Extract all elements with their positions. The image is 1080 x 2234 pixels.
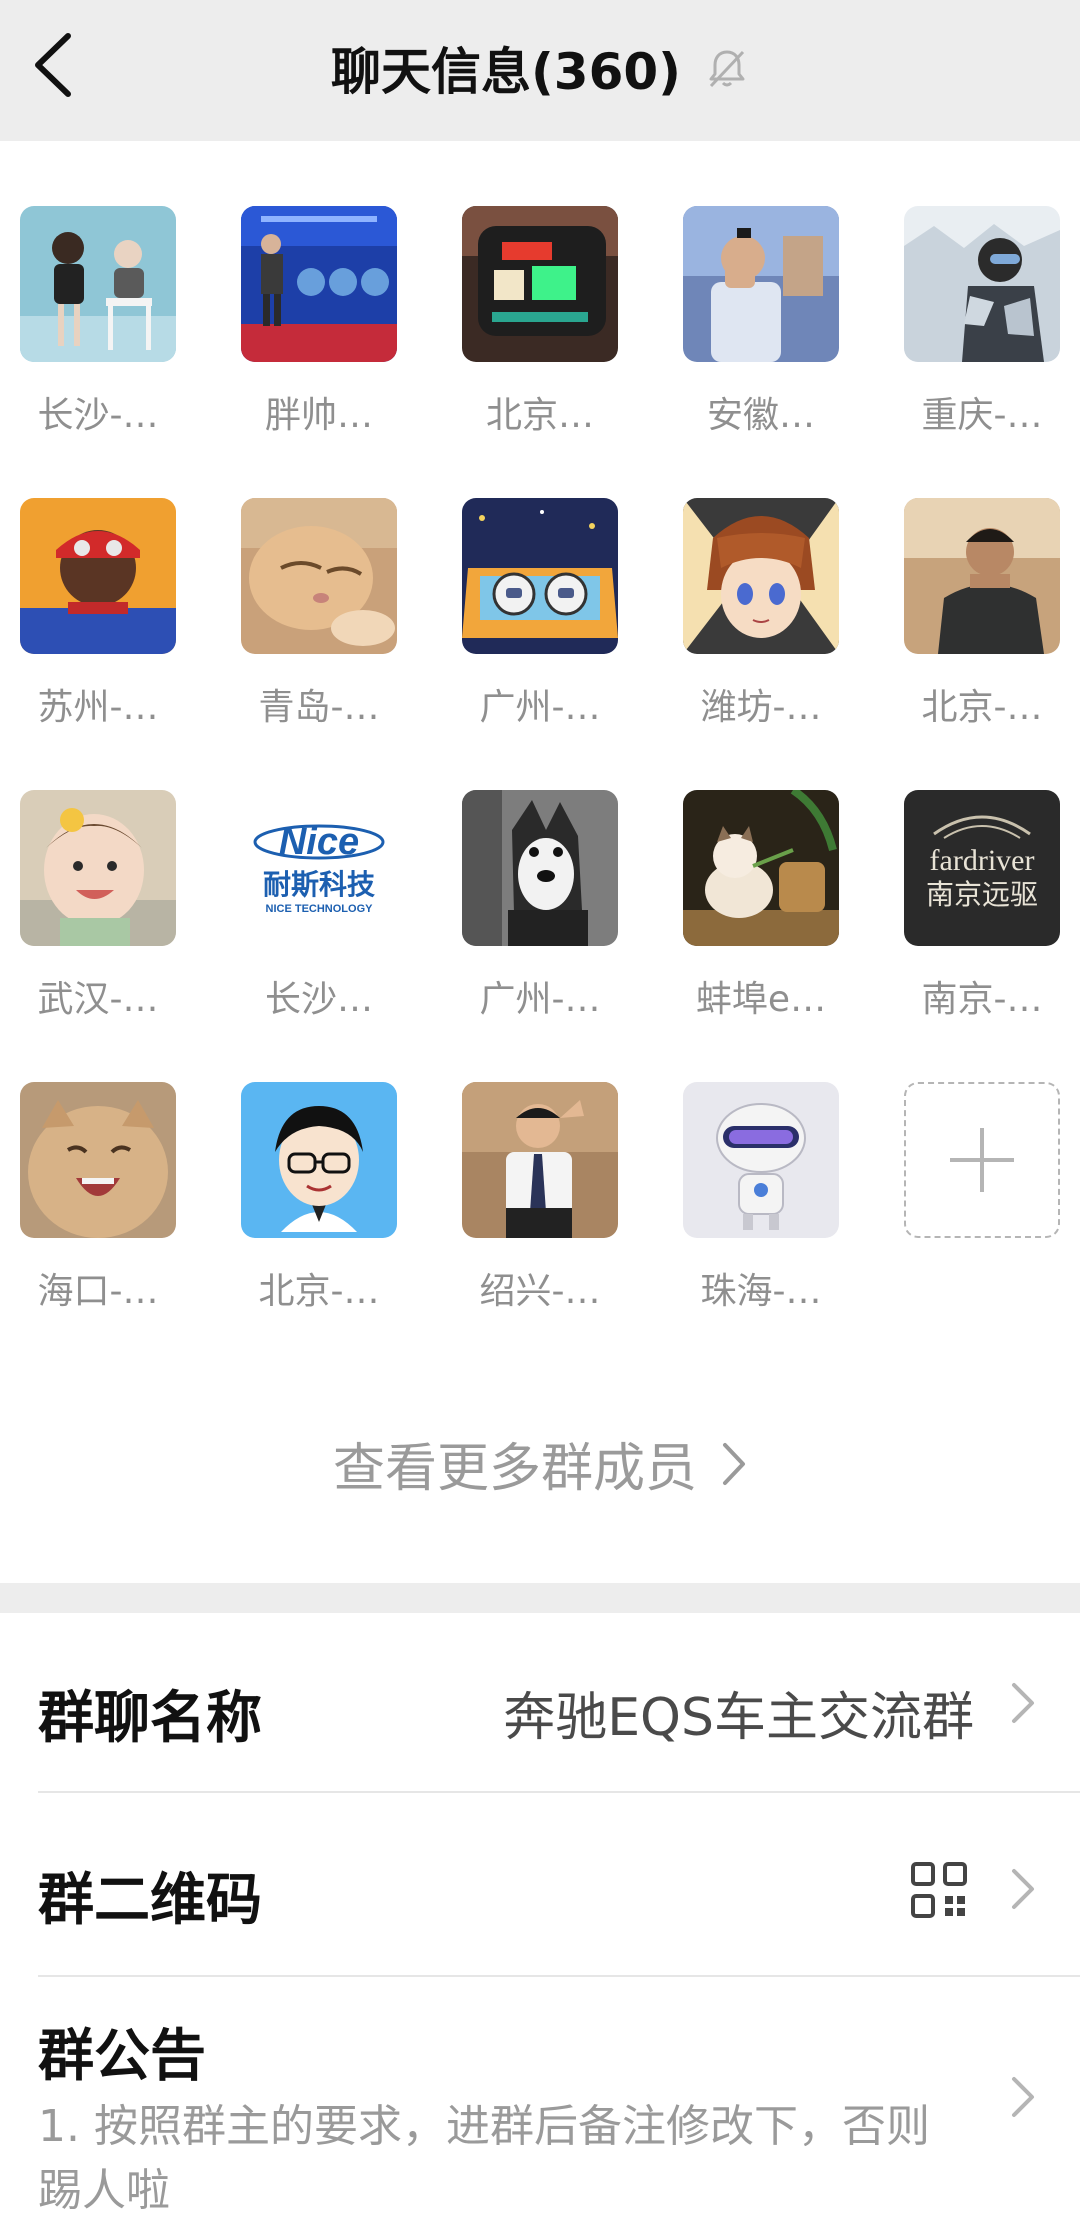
member-item[interactable]: 北京… <box>450 206 671 498</box>
member-item[interactable]: 广州-… <box>450 498 671 790</box>
member-avatar[interactable] <box>241 498 397 654</box>
member-name: 长沙… <box>264 979 373 1020</box>
chevron-right-icon <box>723 1442 745 1485</box>
member-name: 长沙-… <box>37 395 159 436</box>
fardriver-brand-text: fardriver <box>930 844 1035 877</box>
member-name: 绍兴-… <box>479 1271 601 1312</box>
member-item[interactable]: 安徽… <box>671 206 892 498</box>
member-item[interactable]: 绍兴-… <box>450 1082 671 1374</box>
member-avatar[interactable] <box>462 1082 618 1238</box>
member-avatar[interactable] <box>241 206 397 362</box>
member-avatar[interactable]: Nice 耐斯科技 NICE TECHNOLOGY <box>241 790 397 946</box>
group-qr-label: 群二维码 <box>38 1868 262 1933</box>
member-avatar[interactable] <box>683 206 839 362</box>
member-name: 南京-… <box>921 979 1043 1020</box>
member-name: 北京-… <box>258 1271 380 1312</box>
member-avatar[interactable] <box>462 206 618 362</box>
group-name-label: 群聊名称 <box>38 1686 262 1751</box>
member-name: 广州-… <box>479 687 601 728</box>
member-item[interactable]: 长沙-… <box>8 206 229 498</box>
qr-code-icon <box>911 1862 967 1918</box>
member-name: 广州-… <box>479 979 601 1020</box>
member-avatar[interactable] <box>904 498 1060 654</box>
member-avatar[interactable] <box>904 206 1060 362</box>
nice-cn-text: 耐斯科技 <box>263 868 375 901</box>
chevron-right-icon <box>1012 1869 1034 1909</box>
member-avatar[interactable] <box>20 498 176 654</box>
group-notice-row[interactable]: 群公告 1. 按照群主的要求，进群后备注修改下，否则踢人啦 <box>0 1977 1080 2234</box>
page-title: 聊天信息(360) <box>330 43 682 101</box>
member-avatar[interactable] <box>462 498 618 654</box>
member-avatar[interactable]: fardriver 南京远驱 <box>904 790 1060 946</box>
member-avatar[interactable] <box>683 790 839 946</box>
bell-muted-icon <box>709 50 745 88</box>
member-item[interactable]: 珠海-… <box>671 1082 892 1374</box>
add-member-button[interactable] <box>904 1082 1060 1238</box>
member-avatar[interactable] <box>683 498 839 654</box>
group-qr-row[interactable]: 群二维码 <box>0 1793 1080 1977</box>
group-notice-text: 1. 按照群主的要求，进群后备注修改下，否则踢人啦 <box>38 2101 930 2216</box>
member-name: 北京-… <box>921 687 1043 728</box>
nice-brand-text: Nice <box>279 821 359 863</box>
member-name: 青岛-… <box>258 687 380 728</box>
member-avatar[interactable] <box>241 1082 397 1238</box>
view-more-members-label: 查看更多群成员 <box>332 1439 697 1499</box>
member-item[interactable]: 蚌埠e… <box>671 790 892 1082</box>
plus-icon <box>950 1128 1014 1192</box>
member-item[interactable]: 海口-… <box>8 1082 229 1374</box>
member-name: 胖帅… <box>264 395 373 436</box>
member-item[interactable]: Nice 耐斯科技 NICE TECHNOLOGY 长沙… <box>229 790 450 1082</box>
member-item[interactable]: 北京-… <box>892 498 1080 790</box>
settings-section: 群聊名称 奔驰EQS车主交流群 群二维码 群公告 1. 按照群主的要求，进群后备… <box>0 1613 1080 2234</box>
group-name-row[interactable]: 群聊名称 奔驰EQS车主交流群 <box>0 1613 1080 1797</box>
chevron-right-icon <box>1012 1683 1034 1723</box>
member-item[interactable]: 广州-… <box>450 790 671 1082</box>
member-item[interactable]: 胖帅… <box>229 206 450 498</box>
member-item[interactable]: fardriver 南京远驱 南京-… <box>892 790 1080 1082</box>
chevron-right-icon <box>1012 2077 1034 2117</box>
member-avatar[interactable] <box>20 790 176 946</box>
member-name: 蚌埠e… <box>695 979 827 1020</box>
members-grid: 长沙-… 胖帅… 北京… 安徽… 重庆-… 苏州-… 青岛-… 广州-… 潍坊-… <box>0 206 1080 1374</box>
group-name-value: 奔驰EQS车主交流群 <box>503 1688 974 1748</box>
add-member-cell[interactable] <box>892 1082 1080 1374</box>
top-bar: 聊天信息(360) <box>0 0 1080 141</box>
member-item[interactable]: 青岛-… <box>229 498 450 790</box>
member-item[interactable]: 潍坊-… <box>671 498 892 790</box>
member-avatar[interactable] <box>462 790 618 946</box>
member-name: 海口-… <box>37 1271 159 1312</box>
nice-en-text: NICE TECHNOLOGY <box>266 903 374 915</box>
member-name: 武汉-… <box>37 979 159 1020</box>
member-item[interactable]: 重庆-… <box>892 206 1080 498</box>
member-name: 重庆-… <box>921 395 1043 436</box>
member-avatar[interactable] <box>20 206 176 362</box>
member-item[interactable]: 苏州-… <box>8 498 229 790</box>
members-section: 长沙-… 胖帅… 北京… 安徽… 重庆-… 苏州-… 青岛-… 广州-… 潍坊-… <box>0 141 1080 1583</box>
member-name: 苏州-… <box>37 687 159 728</box>
member-name: 珠海-… <box>700 1271 822 1312</box>
member-item[interactable]: 武汉-… <box>8 790 229 1082</box>
member-avatar[interactable] <box>20 1082 176 1238</box>
view-more-members-link[interactable]: 查看更多群成员 <box>0 1426 1080 1501</box>
member-name: 北京… <box>485 395 594 436</box>
member-avatar[interactable] <box>683 1082 839 1238</box>
member-name: 潍坊-… <box>700 687 822 728</box>
group-notice-label: 群公告 <box>38 2024 206 2089</box>
member-item[interactable]: 北京-… <box>229 1082 450 1374</box>
member-name: 安徽… <box>706 395 815 436</box>
fardriver-cn-text: 南京远驱 <box>926 878 1038 911</box>
